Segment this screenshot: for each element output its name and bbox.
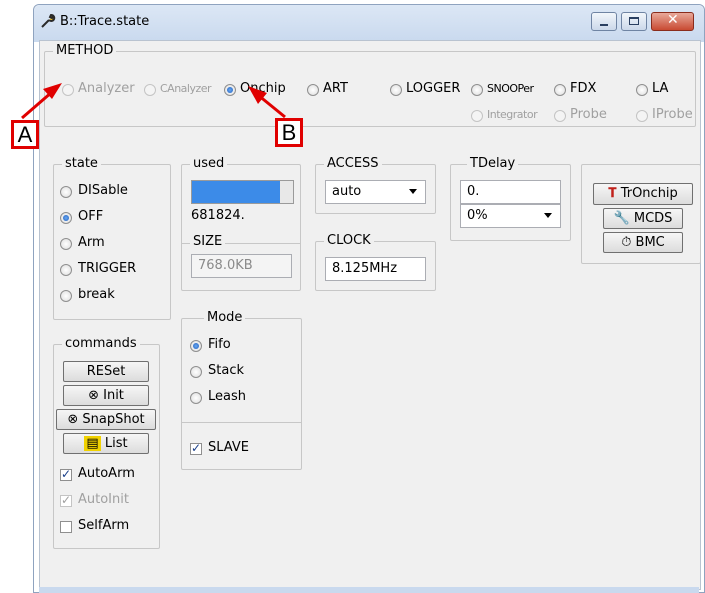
callout-arrows (21, 83, 286, 120)
callout-a-arrow (21, 90, 53, 120)
callout-b: B (275, 118, 303, 147)
callout-a: A (11, 120, 39, 149)
